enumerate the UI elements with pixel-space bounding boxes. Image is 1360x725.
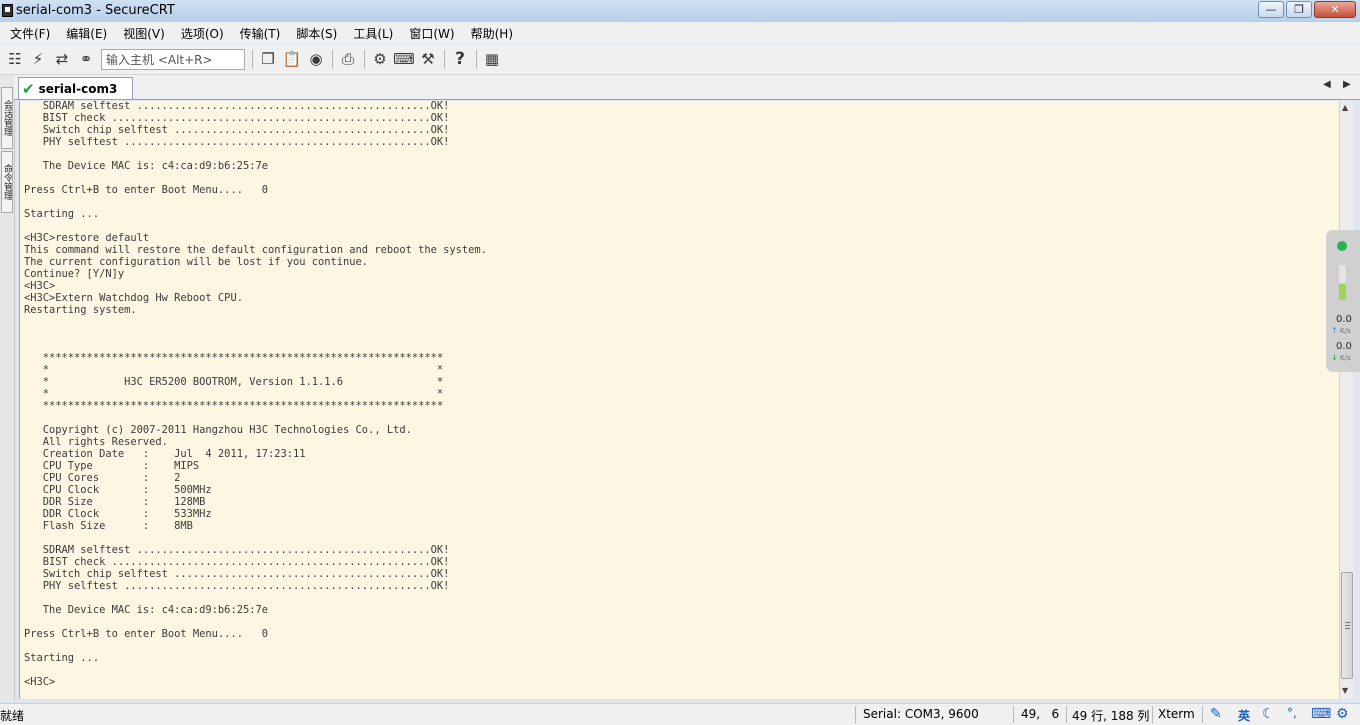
terminal-scrollbar[interactable]: ▲ ▼ bbox=[1339, 101, 1354, 699]
menu-script[interactable]: 脚本(S) bbox=[286, 25, 343, 42]
meter-bar bbox=[1339, 284, 1346, 300]
session-manager-tab[interactable]: 会话管理 bbox=[1, 87, 13, 149]
upload-arrow-icon: ↑ bbox=[1331, 326, 1338, 335]
window-title: serial-com3 - SecureCRT bbox=[16, 3, 175, 18]
scroll-down-arrow-icon[interactable]: ▼ bbox=[1342, 686, 1348, 695]
keyboard-tray-icon[interactable]: ⌨ bbox=[1311, 706, 1331, 722]
sftp-tool-icon[interactable]: ⚒ bbox=[419, 50, 437, 68]
toolbar-separator bbox=[332, 50, 333, 69]
status-separator bbox=[855, 706, 856, 723]
print-icon[interactable]: ⎙ bbox=[339, 50, 357, 68]
window-controls: — ❐ ✕ bbox=[1258, 1, 1356, 18]
session-options-gear-icon[interactable]: ⚙ bbox=[371, 50, 389, 68]
quick-connect-lightning-icon[interactable]: ⚡ bbox=[29, 50, 47, 68]
status-separator bbox=[1152, 706, 1153, 723]
find-binoculars-icon[interactable]: ◉ bbox=[307, 50, 325, 68]
meter-bar bbox=[1339, 265, 1346, 283]
reconnect-icon[interactable]: ⇄ bbox=[53, 50, 71, 68]
scroll-thumb[interactable] bbox=[1341, 572, 1353, 679]
tab-scroll-right-icon[interactable]: ▶ bbox=[1343, 79, 1351, 90]
download-arrow-icon: ↓ bbox=[1331, 353, 1338, 362]
upload-unit: K/s bbox=[1340, 327, 1351, 335]
host-input[interactable] bbox=[101, 49, 245, 70]
terminal-output[interactable]: SDRAM selftest .........................… bbox=[19, 101, 1340, 699]
grip-line bbox=[1345, 625, 1350, 626]
menu-tools[interactable]: 工具(L) bbox=[343, 25, 399, 42]
minimize-button[interactable]: — bbox=[1258, 1, 1284, 18]
status-separator bbox=[1013, 706, 1014, 723]
session-tab-label: serial-com3 bbox=[38, 81, 118, 96]
menu-bar: 文件(F) 编辑(E) 视图(V) 选项(O) 传输(T) 脚本(S) 工具(L… bbox=[0, 22, 1360, 44]
command-manager-tab[interactable]: 命令管理 bbox=[1, 151, 13, 213]
status-separator bbox=[1066, 706, 1067, 723]
ime-settings-gear-icon[interactable]: ⚙ bbox=[1336, 706, 1349, 722]
status-ready: 就绪 bbox=[0, 709, 25, 723]
download-speed: 0.0 bbox=[1336, 341, 1352, 352]
help-question-icon[interactable]: ? bbox=[451, 49, 469, 69]
toolbar-separator bbox=[364, 50, 365, 69]
status-bar: 就绪 Serial: COM3, 9600 49, 6 49 行, 188 列 … bbox=[0, 703, 1360, 725]
upload-speed: 0.0 bbox=[1336, 314, 1352, 325]
network-speed-widget[interactable]: 0.0 ↑ K/s 0.0 ↓ K/s bbox=[1326, 230, 1360, 372]
paste-icon[interactable]: 📋 bbox=[283, 50, 302, 68]
menu-edit[interactable]: 编辑(E) bbox=[56, 25, 113, 42]
title-bar: serial-com3 - SecureCRT — ❐ ✕ bbox=[0, 0, 1360, 23]
toolbar-separator bbox=[252, 50, 253, 69]
grip-line bbox=[1345, 622, 1350, 623]
side-panel-strip: 会话管理 命令管理 bbox=[0, 75, 15, 702]
disconnect-link-icon[interactable]: ⚭ bbox=[77, 50, 95, 68]
terminal-text: SDRAM selftest .........................… bbox=[24, 101, 487, 688]
menu-transfer[interactable]: 传输(T) bbox=[230, 25, 287, 42]
toolbar-separator bbox=[444, 50, 445, 69]
scroll-up-arrow-icon[interactable]: ▲ bbox=[1342, 103, 1348, 112]
close-button[interactable]: ✕ bbox=[1314, 1, 1356, 18]
ime-switch-icon[interactable]: ✎ bbox=[1210, 706, 1222, 722]
status-terminal-type: Xterm bbox=[1158, 707, 1195, 721]
securecrt-app-icon[interactable] bbox=[2, 4, 13, 17]
connect-tree-icon[interactable]: ☷ bbox=[6, 50, 24, 68]
toolbar-separator bbox=[476, 50, 477, 69]
status-cursor-position: 49, 6 bbox=[1021, 707, 1060, 721]
ime-language-indicator[interactable]: 英 bbox=[1238, 707, 1250, 724]
status-terminal-size: 49 行, 188 列 bbox=[1072, 709, 1150, 723]
maximize-button[interactable]: ❐ bbox=[1286, 1, 1312, 18]
menu-window[interactable]: 窗口(W) bbox=[399, 25, 460, 42]
punctuation-icon[interactable]: °, bbox=[1287, 706, 1297, 720]
connected-check-icon: ✔ bbox=[22, 79, 35, 98]
screenshot-icon[interactable]: ▦ bbox=[483, 50, 501, 68]
moon-halfwidth-icon[interactable]: ☾ bbox=[1262, 706, 1275, 722]
status-separator bbox=[1202, 706, 1203, 723]
menu-help[interactable]: 帮助(H) bbox=[461, 25, 519, 42]
keymap-keyboard-icon[interactable]: ⌨ bbox=[393, 50, 415, 68]
status-connection: Serial: COM3, 9600 bbox=[863, 707, 979, 721]
tab-serial-com3[interactable]: ✔ serial-com3 bbox=[18, 77, 133, 99]
status-dot-icon bbox=[1337, 241, 1347, 251]
download-unit: K/s bbox=[1340, 354, 1351, 362]
grip-line bbox=[1345, 628, 1350, 629]
copy-icon[interactable]: ❐ bbox=[259, 50, 277, 68]
menu-file[interactable]: 文件(F) bbox=[0, 25, 56, 42]
menu-options[interactable]: 选项(O) bbox=[171, 25, 230, 42]
toolbar: ☷ ⚡ ⇄ ⚭ ❐ 📋 ◉ ⎙ ⚙ ⌨ ⚒ ? ▦ bbox=[0, 45, 1360, 75]
session-tab-row: ✔ serial-com3 ◀ ▶ bbox=[14, 75, 1360, 100]
tab-scroll-left-icon[interactable]: ◀ bbox=[1323, 79, 1331, 90]
menu-view[interactable]: 视图(V) bbox=[113, 25, 171, 42]
